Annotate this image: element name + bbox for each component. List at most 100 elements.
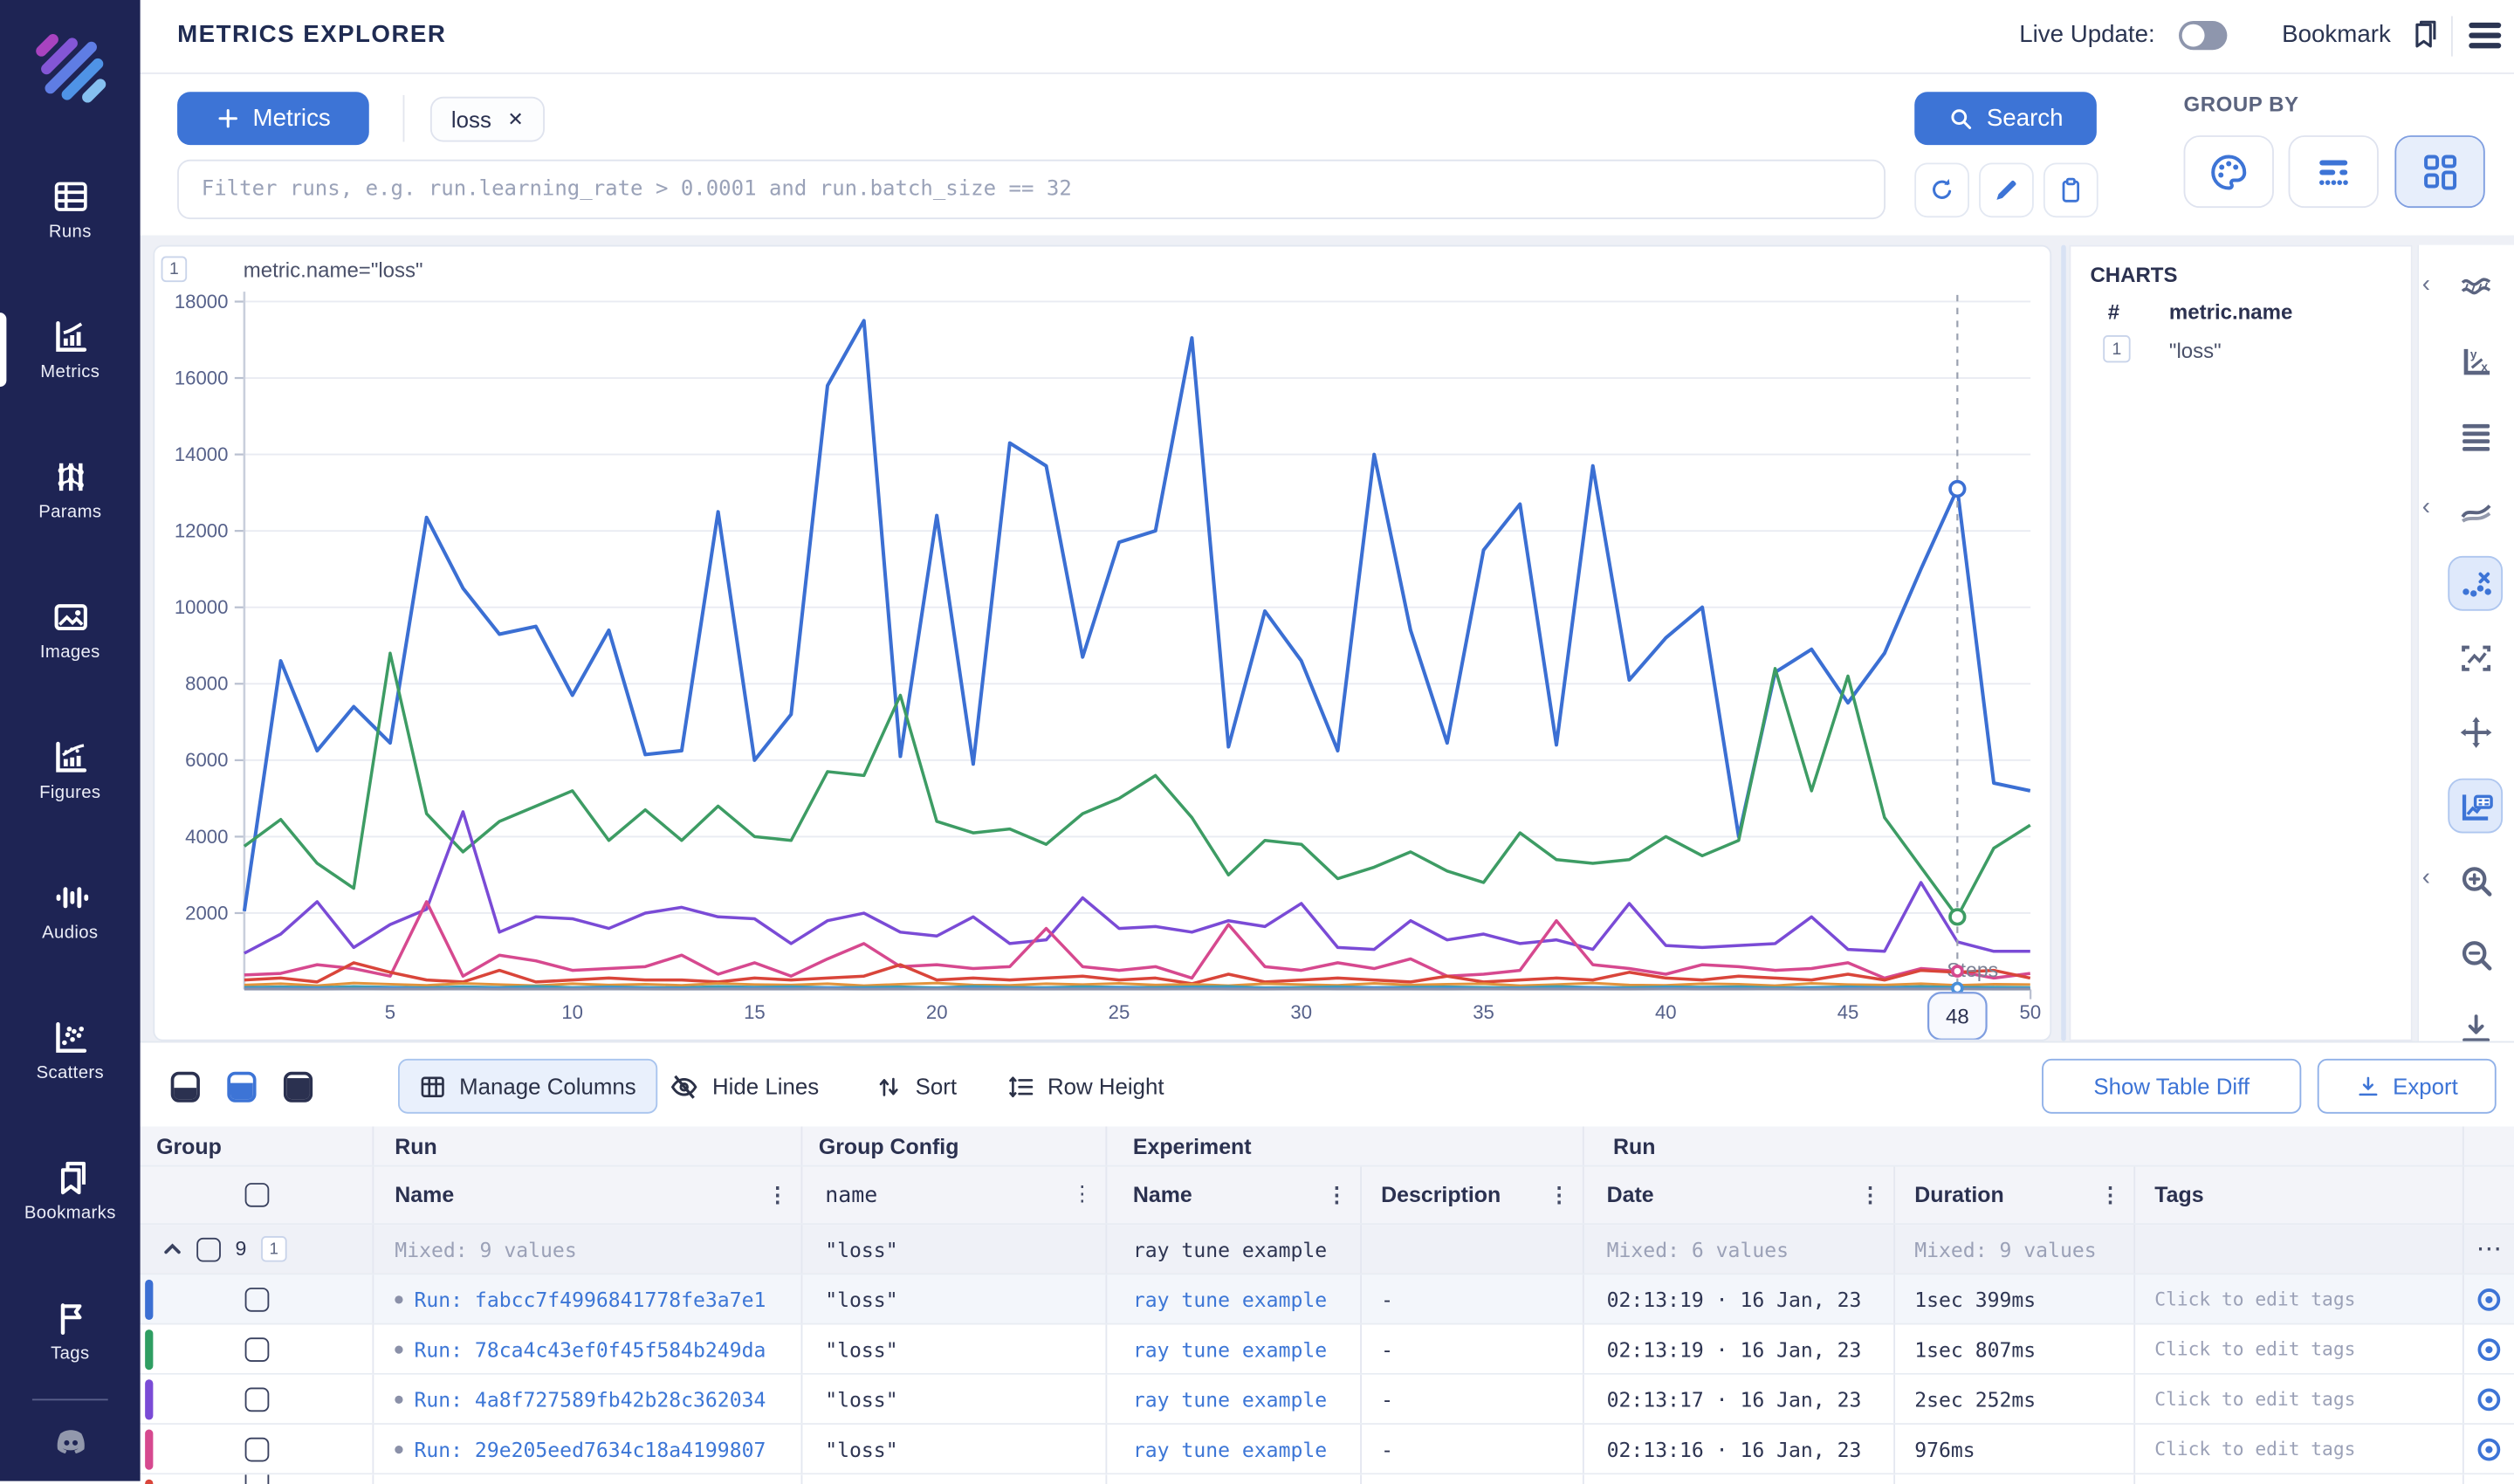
axes-properties-button[interactable]: yx [2448, 333, 2503, 388]
row-height-large-button[interactable] [284, 1072, 313, 1103]
column-menu-icon[interactable]: ⋮ [1072, 1183, 1093, 1207]
group-by-label: GROUP BY [2184, 92, 2299, 116]
table-row[interactable]: Run: 4a8f727589fb42b28c362034"loss"ray t… [141, 1375, 2514, 1425]
row-height-medium-button[interactable] [227, 1072, 256, 1103]
row-checkbox[interactable] [196, 1237, 221, 1261]
run-name-link[interactable]: Run: 78ca4c43ef0f45f584b249da [414, 1336, 766, 1361]
description-header[interactable]: Description⋮ [1362, 1167, 1584, 1224]
sidebar-item-bookmarks[interactable]: Bookmarks [0, 1143, 141, 1240]
column-menu-icon[interactable]: ⋮ [1859, 1182, 1880, 1208]
row-checkbox[interactable] [244, 1287, 269, 1311]
smoothing-button[interactable] [2448, 482, 2503, 537]
table-row-partial[interactable] [141, 1474, 2514, 1484]
collapse-section-icon[interactable]: ‹ [2422, 271, 2430, 298]
reset-filter-button[interactable] [1914, 162, 1969, 217]
search-button[interactable]: Search [1914, 92, 2097, 145]
row-checkbox[interactable] [244, 1336, 269, 1361]
metric-chip-loss[interactable]: loss ✕ [430, 97, 545, 142]
filter-runs-input[interactable] [177, 160, 1886, 219]
row-checkbox[interactable] [244, 1437, 269, 1461]
visibility-icon[interactable] [2476, 1285, 2503, 1312]
row-height-button[interactable]: Row Height [1007, 1059, 1164, 1114]
copy-query-button[interactable] [2043, 162, 2098, 217]
sidebar-item-audios[interactable]: Audios [0, 862, 141, 959]
chip-close-icon[interactable]: ✕ [507, 108, 524, 131]
line-chart[interactable]: 2000400060008000100001200014000160001800… [155, 246, 2050, 1039]
manage-columns-button[interactable]: Manage Columns [398, 1059, 657, 1114]
run-name-link[interactable]: Run: fabcc7f4996841778fe3a7e1 [414, 1287, 766, 1311]
config-name-header[interactable]: name⋮ [802, 1167, 1107, 1224]
show-table-diff-button[interactable]: Show Table Diff [2042, 1059, 2301, 1114]
series-line-green[interactable] [244, 653, 2030, 917]
row-checkbox[interactable] [244, 1387, 269, 1412]
tags-header[interactable]: Tags [2135, 1167, 2464, 1224]
series-line-blue[interactable] [244, 320, 2030, 910]
zoom-in-button[interactable] [2448, 853, 2503, 908]
run-name-link[interactable]: Run: 29e205eed7634c18a4199807 [414, 1437, 766, 1461]
sidebar-item-metrics[interactable]: Metrics [0, 301, 141, 398]
row-checkbox[interactable] [244, 1183, 269, 1207]
bookmark-icon[interactable] [2408, 17, 2440, 53]
name-header[interactable]: Name⋮ [374, 1167, 802, 1224]
experiment-name-header[interactable]: Name⋮ [1107, 1167, 1362, 1224]
visibility-icon[interactable] [2476, 1336, 2503, 1363]
alignment-button[interactable] [2448, 408, 2503, 463]
add-metrics-button[interactable]: Metrics [177, 92, 369, 145]
group-more-icon[interactable]: ⋯ [2464, 1225, 2514, 1273]
panel-resize-handle[interactable] [2061, 245, 2066, 1041]
series-line-purple[interactable] [244, 812, 2030, 953]
export-button[interactable]: Export [2318, 1059, 2497, 1114]
highlight-mode-button[interactable] [2448, 556, 2503, 611]
pan-move-button[interactable] [2448, 704, 2503, 759]
sidebar-item-tags[interactable]: Tags [0, 1283, 141, 1380]
collapse-group-icon[interactable] [162, 1240, 182, 1259]
run-experiment-link[interactable]: ray tune example [1133, 1387, 1327, 1412]
zoom-out-button[interactable] [2448, 927, 2503, 982]
table-row[interactable]: Run: fabcc7f4996841778fe3a7e1"loss"ray t… [141, 1274, 2514, 1324]
sidebar-item-runs[interactable]: Runs [0, 161, 141, 258]
collapse-section-icon[interactable]: ‹ [2422, 493, 2430, 520]
run-experiment-link[interactable]: ray tune example [1133, 1336, 1327, 1361]
legends-button[interactable] [2448, 779, 2503, 834]
column-menu-icon[interactable]: ⋮ [1549, 1182, 1570, 1208]
menu-icon[interactable] [2467, 19, 2503, 52]
row-checkbox[interactable] [244, 1474, 269, 1484]
visibility-icon[interactable] [2476, 1385, 2503, 1412]
date-header[interactable]: Date⋮ [1584, 1167, 1895, 1224]
group-summary-row[interactable]: 91Mixed: 9 values"loss"ray tune exampleM… [141, 1225, 2514, 1274]
live-update-toggle[interactable] [2179, 21, 2227, 50]
series-line-orange[interactable] [244, 983, 2030, 986]
edit-tags-cell[interactable]: Click to edit tags [2135, 1274, 2464, 1323]
hide-lines-button[interactable]: Hide Lines [669, 1059, 819, 1114]
run-name-link[interactable]: Run: 4a8f727589fb42b28c362034 [414, 1387, 766, 1412]
row-height-small-button[interactable] [171, 1072, 200, 1103]
collapse-section-icon[interactable]: ‹ [2422, 864, 2430, 891]
aggregation-button[interactable] [2448, 259, 2503, 314]
sidebar-item-scatters[interactable]: Scatters [0, 1002, 141, 1099]
edit-query-button[interactable] [1979, 162, 2034, 217]
column-menu-icon[interactable]: ⋮ [2100, 1182, 2121, 1208]
edit-tags-cell[interactable]: Click to edit tags [2135, 1425, 2464, 1473]
export-chart-button[interactable] [2448, 1000, 2503, 1055]
group-by-stroke-button[interactable] [2289, 135, 2379, 208]
zoom-select-button[interactable] [2448, 630, 2503, 685]
run-experiment-link[interactable]: ray tune example [1133, 1287, 1327, 1311]
discord-icon[interactable] [50, 1421, 92, 1463]
group-by-color-button[interactable] [2184, 135, 2274, 208]
edit-tags-cell[interactable]: Click to edit tags [2135, 1375, 2464, 1423]
table-row[interactable]: Run: 29e205eed7634c18a4199807"loss"ray t… [141, 1425, 2514, 1474]
sidebar-item-figures[interactable]: Figures [0, 722, 141, 819]
run-experiment-link[interactable]: ray tune example [1133, 1437, 1327, 1461]
duration-header[interactable]: Duration⋮ [1895, 1167, 2135, 1224]
table-row[interactable]: Run: 78ca4c43ef0f45f584b249da"loss"ray t… [141, 1325, 2514, 1375]
sort-button[interactable]: Sort [875, 1059, 957, 1114]
series-line-red[interactable] [244, 963, 2030, 984]
sidebar-item-params[interactable]: Params [0, 442, 141, 539]
edit-tags-cell[interactable]: Click to edit tags [2135, 1325, 2464, 1373]
visibility-icon[interactable] [2476, 1435, 2503, 1462]
charts-row-index[interactable]: 1 [2103, 335, 2130, 362]
group-by-chart-button[interactable] [2394, 135, 2484, 208]
column-menu-icon[interactable]: ⋮ [767, 1182, 788, 1208]
sidebar-item-images[interactable]: Images [0, 581, 141, 678]
column-menu-icon[interactable]: ⋮ [1326, 1182, 1347, 1208]
